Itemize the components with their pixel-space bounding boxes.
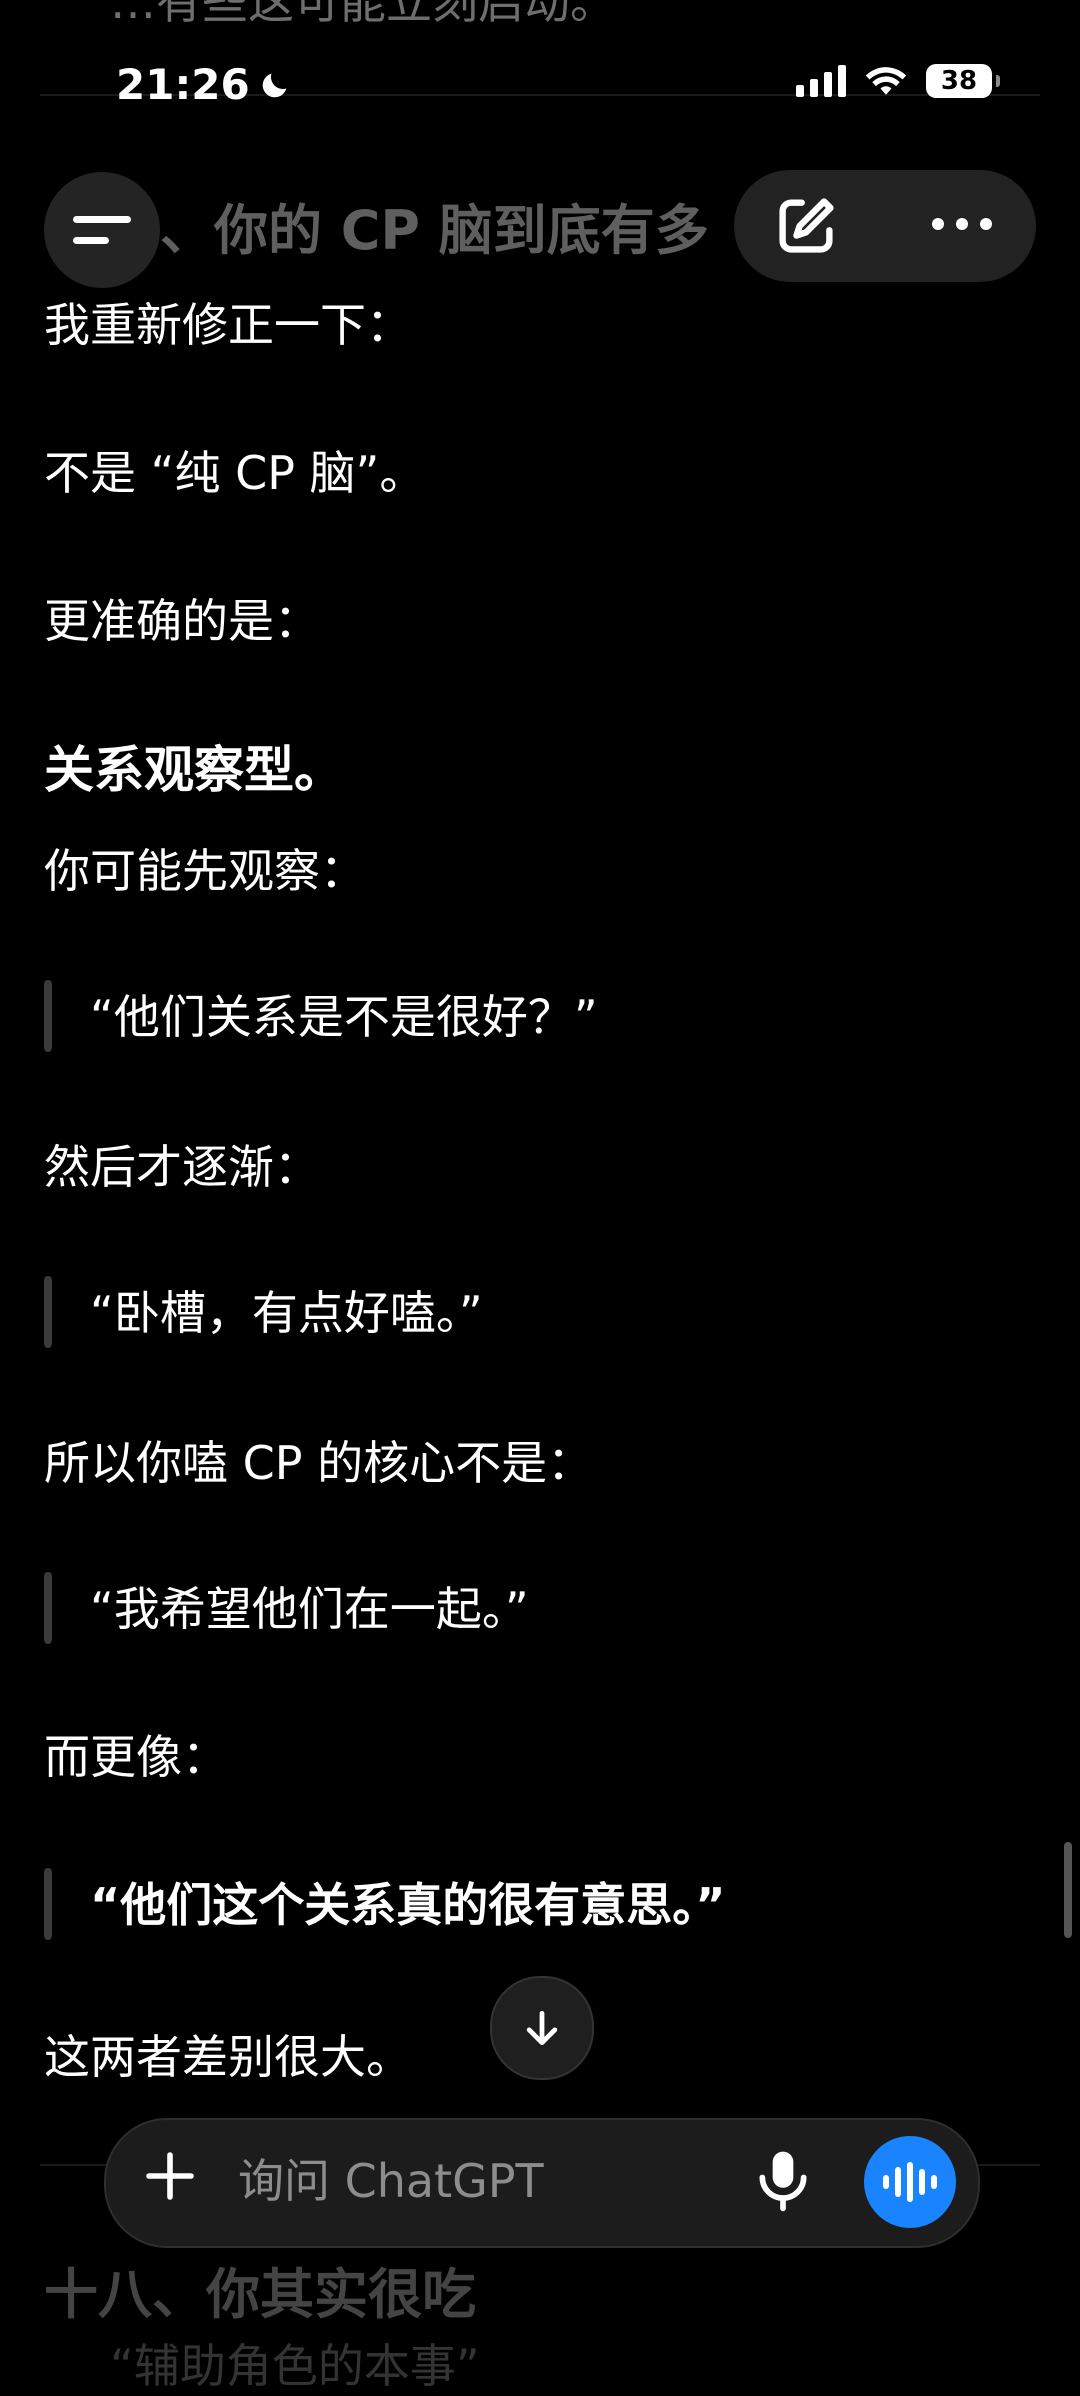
- status-time-text: 21:26: [116, 60, 250, 109]
- section-header-faded: 、你的 CP 脑到底有多: [160, 199, 709, 262]
- voice-mode-icon: [883, 2162, 937, 2202]
- next-section-title: 十八、你其实很吃: [44, 2263, 476, 2326]
- blockquote-text: “他们关系是不是很好？”: [90, 990, 598, 1044]
- blockquote-bar: [44, 980, 52, 1052]
- battery-icon: 38: [926, 64, 1000, 98]
- menu-button[interactable]: [44, 172, 160, 288]
- status-time: 21:26: [116, 60, 292, 109]
- moon-icon: [262, 73, 287, 97]
- chat-input[interactable]: [236, 2150, 720, 2212]
- scrollbar[interactable]: [1064, 1842, 1072, 1938]
- status-indicators: 38: [796, 64, 1000, 98]
- message-text: 所以你嗑 CP 的核心不是：: [44, 1436, 594, 1490]
- cellular-signal-icon: [796, 65, 846, 97]
- microphone-icon[interactable]: [752, 2146, 814, 2214]
- more-icon[interactable]: [932, 218, 992, 230]
- message-text: 而更像：: [44, 1730, 228, 1784]
- battery-level: 38: [940, 66, 978, 96]
- blockquote-bar: [44, 1572, 52, 1644]
- arrow-down-icon: [526, 2010, 558, 2046]
- message-text: 然后才逐渐：: [44, 1140, 320, 1194]
- message-text: 不是 “纯 CP 脑”。: [44, 446, 426, 500]
- blockquote-bar: [44, 1868, 52, 1940]
- voice-mode-button[interactable]: [864, 2136, 956, 2228]
- wifi-icon: [865, 67, 907, 95]
- plus-icon[interactable]: [142, 2148, 198, 2204]
- message-text: 更准确的是：: [44, 594, 320, 648]
- blockquote-bar: [44, 1276, 52, 1348]
- message-text: 我重新修正一下：: [44, 298, 412, 352]
- menu-icon: [73, 210, 131, 250]
- previous-text-faded: …有些这可能立刻启动。: [110, 0, 616, 29]
- blockquote-text: “我希望他们在一起。”: [90, 1582, 529, 1636]
- new-chat-icon[interactable]: [772, 192, 840, 260]
- message-bold-text: 关系观察型。: [44, 741, 344, 799]
- blockquote-bold-text: “他们这个关系真的很有意思。”: [90, 1878, 726, 1932]
- scroll-down-button[interactable]: [490, 1976, 594, 2080]
- next-section-subtitle: “辅助角色的本事”: [110, 2339, 480, 2393]
- message-text: 你可能先观察：: [44, 844, 366, 898]
- blockquote-text: “卧槽，有点好嗑。”: [90, 1286, 483, 1340]
- message-text: 这两者差别很大。: [44, 2030, 412, 2084]
